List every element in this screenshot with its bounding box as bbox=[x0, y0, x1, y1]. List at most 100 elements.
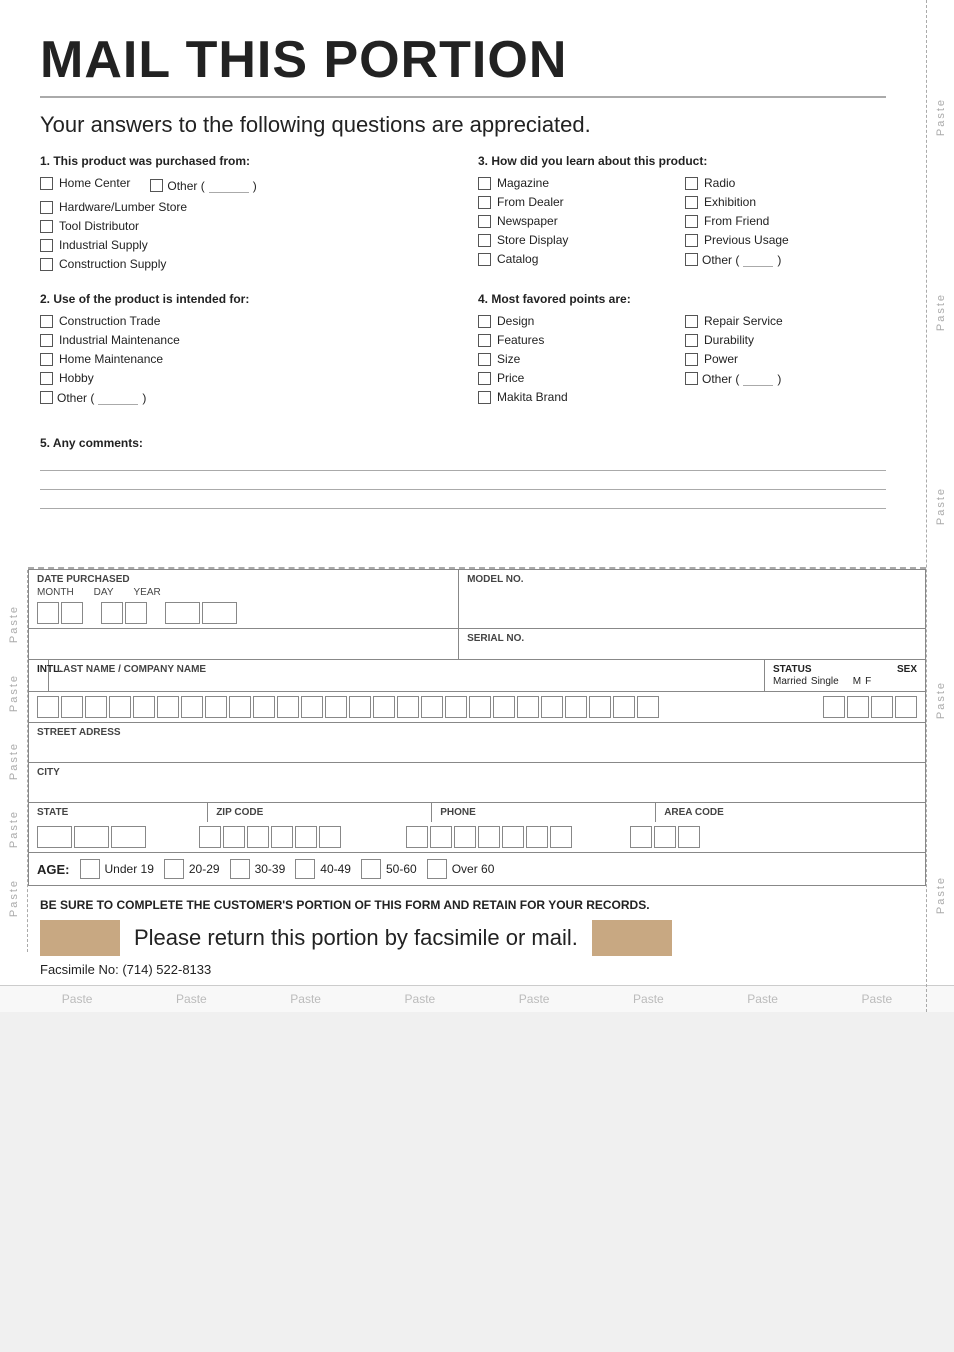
q3-cb-friend[interactable] bbox=[685, 215, 698, 228]
name-box-21[interactable] bbox=[517, 696, 539, 718]
zip-box-1[interactable] bbox=[199, 826, 221, 848]
phone-box-1[interactable] bbox=[406, 826, 428, 848]
state-box-2[interactable] bbox=[74, 826, 109, 848]
year-box-1[interactable] bbox=[165, 602, 200, 624]
name-box-3[interactable] bbox=[85, 696, 107, 718]
q2-cb-construction-trade[interactable] bbox=[40, 315, 53, 328]
q3-cb-exhibition[interactable] bbox=[685, 196, 698, 209]
name-box-19[interactable] bbox=[469, 696, 491, 718]
q4-cb-features[interactable] bbox=[478, 334, 491, 347]
name-box-5[interactable] bbox=[133, 696, 155, 718]
q3-cb-newspaper[interactable] bbox=[478, 215, 491, 228]
city-input[interactable] bbox=[37, 778, 917, 798]
q3-cb-prev-usage[interactable] bbox=[685, 234, 698, 247]
name-box-26[interactable] bbox=[637, 696, 659, 718]
name-box-4[interactable] bbox=[109, 696, 131, 718]
name-box-18[interactable] bbox=[445, 696, 467, 718]
age-cb-40-49[interactable] bbox=[295, 859, 315, 879]
q3-cb-magazine[interactable] bbox=[478, 177, 491, 190]
state-box-3[interactable] bbox=[111, 826, 146, 848]
q4-cb-other[interactable] bbox=[685, 372, 698, 385]
q1-cb-home-center[interactable] bbox=[40, 177, 53, 190]
phone-box-3[interactable] bbox=[454, 826, 476, 848]
area-box-3[interactable] bbox=[678, 826, 700, 848]
name-box-22[interactable] bbox=[541, 696, 563, 718]
q1-cb-hardware[interactable] bbox=[40, 201, 53, 214]
q4-cb-size[interactable] bbox=[478, 353, 491, 366]
month-box-2[interactable] bbox=[61, 602, 83, 624]
q1-cb-construction[interactable] bbox=[40, 258, 53, 271]
q4-cb-price[interactable] bbox=[478, 372, 491, 385]
zip-box-5[interactable] bbox=[295, 826, 317, 848]
name-box-20[interactable] bbox=[493, 696, 515, 718]
q1-cb-tool-dist[interactable] bbox=[40, 220, 53, 233]
m-box[interactable] bbox=[871, 696, 893, 718]
comment-line-2[interactable] bbox=[40, 489, 886, 490]
q4-cb-repair[interactable] bbox=[685, 315, 698, 328]
q2-cb-other[interactable] bbox=[40, 391, 53, 404]
name-box-12[interactable] bbox=[301, 696, 323, 718]
q3-other-input[interactable] bbox=[743, 252, 773, 267]
month-box-1[interactable] bbox=[37, 602, 59, 624]
name-box-25[interactable] bbox=[613, 696, 635, 718]
q3-cb-radio[interactable] bbox=[685, 177, 698, 190]
day-box-1[interactable] bbox=[101, 602, 123, 624]
q1-other-input[interactable] bbox=[209, 178, 249, 193]
q3-cb-other[interactable] bbox=[685, 253, 698, 266]
age-cb-over60[interactable] bbox=[427, 859, 447, 879]
street-input[interactable] bbox=[37, 738, 917, 758]
q2-cb-home-maint[interactable] bbox=[40, 353, 53, 366]
area-box-1[interactable] bbox=[630, 826, 652, 848]
phone-box-4[interactable] bbox=[478, 826, 500, 848]
q2-cb-industrial-maint[interactable] bbox=[40, 334, 53, 347]
name-box-9[interactable] bbox=[229, 696, 251, 718]
comment-line-1[interactable] bbox=[40, 470, 886, 471]
name-box-10[interactable] bbox=[253, 696, 275, 718]
age-cb-30-39[interactable] bbox=[230, 859, 250, 879]
q4-other-input[interactable] bbox=[743, 371, 773, 386]
state-box-1[interactable] bbox=[37, 826, 72, 848]
q4-cb-makita[interactable] bbox=[478, 391, 491, 404]
q4-cb-power[interactable] bbox=[685, 353, 698, 366]
q4-cb-design[interactable] bbox=[478, 315, 491, 328]
name-box-16[interactable] bbox=[397, 696, 419, 718]
age-cb-under19[interactable] bbox=[80, 859, 100, 879]
zip-box-6[interactable] bbox=[319, 826, 341, 848]
name-box-24[interactable] bbox=[589, 696, 611, 718]
single-box[interactable] bbox=[847, 696, 869, 718]
married-box[interactable] bbox=[823, 696, 845, 718]
phone-box-6[interactable] bbox=[526, 826, 548, 848]
zip-box-4[interactable] bbox=[271, 826, 293, 848]
q3-cb-catalog[interactable] bbox=[478, 253, 491, 266]
name-box-6[interactable] bbox=[157, 696, 179, 718]
name-box-13[interactable] bbox=[325, 696, 347, 718]
name-box-23[interactable] bbox=[565, 696, 587, 718]
q1-cb-industrial[interactable] bbox=[40, 239, 53, 252]
zip-box-3[interactable] bbox=[247, 826, 269, 848]
age-cb-50-60[interactable] bbox=[361, 859, 381, 879]
q3-cb-dealer[interactable] bbox=[478, 196, 491, 209]
name-box-8[interactable] bbox=[205, 696, 227, 718]
name-box-7[interactable] bbox=[181, 696, 203, 718]
day-box-2[interactable] bbox=[125, 602, 147, 624]
phone-box-2[interactable] bbox=[430, 826, 452, 848]
comment-line-3[interactable] bbox=[40, 508, 886, 509]
name-box-11[interactable] bbox=[277, 696, 299, 718]
name-box-15[interactable] bbox=[373, 696, 395, 718]
name-box-14[interactable] bbox=[349, 696, 371, 718]
f-box[interactable] bbox=[895, 696, 917, 718]
name-box-2[interactable] bbox=[61, 696, 83, 718]
q1-cb-other[interactable] bbox=[150, 179, 163, 192]
q4-cb-durability[interactable] bbox=[685, 334, 698, 347]
q3-cb-store-display[interactable] bbox=[478, 234, 491, 247]
age-cb-20-29[interactable] bbox=[164, 859, 184, 879]
name-box-17[interactable] bbox=[421, 696, 443, 718]
year-box-2[interactable] bbox=[202, 602, 237, 624]
name-box-1[interactable] bbox=[37, 696, 59, 718]
phone-box-7[interactable] bbox=[550, 826, 572, 848]
phone-box-5[interactable] bbox=[502, 826, 524, 848]
q2-other-input[interactable] bbox=[98, 390, 138, 405]
area-box-2[interactable] bbox=[654, 826, 676, 848]
zip-box-2[interactable] bbox=[223, 826, 245, 848]
q2-cb-hobby[interactable] bbox=[40, 372, 53, 385]
